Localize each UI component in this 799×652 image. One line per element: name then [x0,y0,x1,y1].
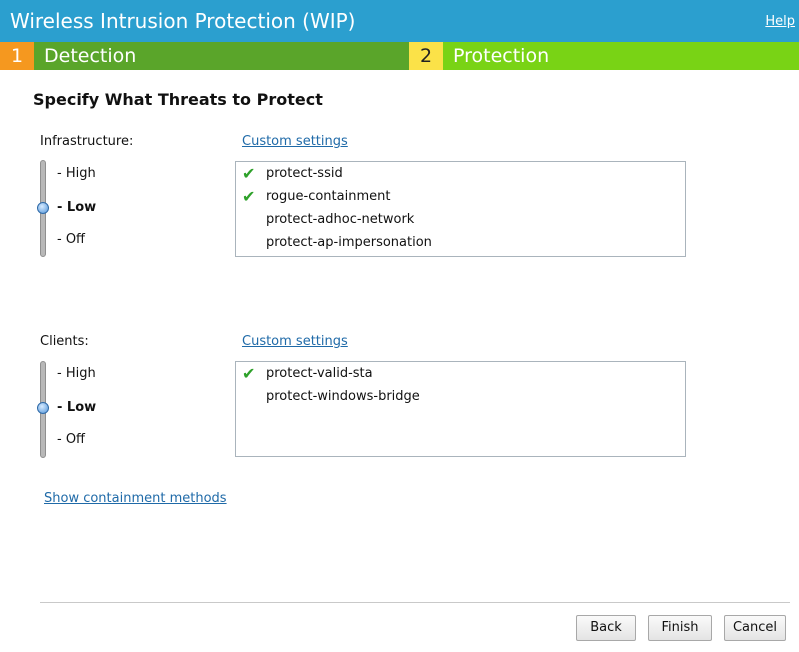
level-off[interactable]: - Off [57,432,85,447]
footer-divider [40,602,790,603]
cancel-button[interactable]: Cancel [724,615,786,641]
slider-knob[interactable] [37,402,49,414]
checkmark-icon: ✔ [242,364,256,383]
list-item[interactable]: protect-windows-bridge [266,389,420,404]
step-label: Protection [443,42,799,70]
checkmark-icon: ✔ [242,187,256,206]
step-detection[interactable]: 1 Detection [0,42,409,70]
step-protection[interactable]: 2 Protection [409,42,799,70]
clients-policy-list[interactable]: ✔ protect-valid-sta protect-windows-brid… [235,361,686,457]
step-number: 2 [409,42,443,70]
clients-custom-settings-link[interactable]: Custom settings [242,334,348,349]
window-title: Wireless Intrusion Protection (WIP) [10,9,356,33]
title-bar: Wireless Intrusion Protection (WIP) Help [0,0,799,42]
infrastructure-label: Infrastructure: [40,134,134,149]
list-item[interactable]: protect-ssid [266,166,343,181]
step-label: Detection [34,42,409,70]
slider-knob[interactable] [37,202,49,214]
level-low[interactable]: - Low [57,400,96,415]
page-heading: Specify What Threats to Protect [33,90,323,109]
list-item[interactable]: rogue-containment [266,189,390,204]
back-button[interactable]: Back [576,615,636,641]
help-link[interactable]: Help [765,14,795,29]
step-number: 1 [0,42,34,70]
finish-button[interactable]: Finish [648,615,712,641]
level-low[interactable]: - Low [57,200,96,215]
list-item[interactable]: protect-adhoc-network [266,212,414,227]
infrastructure-custom-settings-link[interactable]: Custom settings [242,134,348,149]
clients-label: Clients: [40,334,89,349]
level-high[interactable]: - High [57,166,96,181]
infrastructure-policy-list[interactable]: ✔ protect-ssid ✔ rogue-containment prote… [235,161,686,257]
wizard-steps: 1 Detection 2 Protection [0,42,799,70]
show-containment-methods-link[interactable]: Show containment methods [44,491,227,506]
checkmark-icon: ✔ [242,164,256,183]
list-item[interactable]: protect-valid-sta [266,366,373,381]
level-high[interactable]: - High [57,366,96,381]
list-item[interactable]: protect-ap-impersonation [266,235,432,250]
level-off[interactable]: - Off [57,232,85,247]
